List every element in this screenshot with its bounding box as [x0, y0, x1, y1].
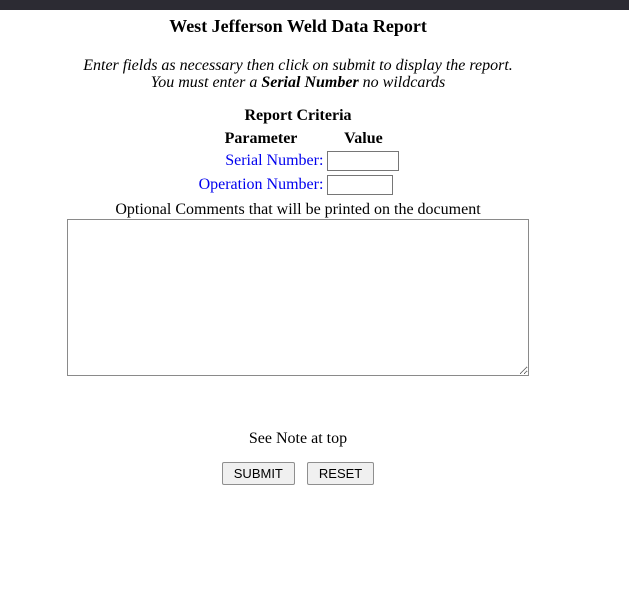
criteria-heading: Report Criteria: [195, 107, 402, 128]
serial-number-row: Serial Number:: [197, 150, 400, 172]
operation-number-row: Operation Number:: [197, 174, 400, 196]
operation-number-input[interactable]: [327, 175, 393, 195]
criteria-table: Report Criteria Parameter Value Serial N…: [195, 107, 402, 198]
comments-textarea[interactable]: [67, 219, 529, 376]
see-note-text: See Note at top: [0, 430, 596, 448]
instructions-line-2: You must enter a Serial Number no wildca…: [0, 74, 596, 91]
comments-label: Optional Comments that will be printed o…: [0, 201, 596, 219]
criteria-header-row: Parameter Value: [197, 130, 400, 148]
column-header-value: Value: [327, 130, 399, 148]
submit-button[interactable]: SUBMIT: [222, 462, 295, 485]
top-dark-bar: [0, 0, 629, 10]
operation-number-label: Operation Number:: [197, 174, 326, 196]
serial-number-label: Serial Number:: [197, 150, 326, 172]
weld-data-report-form: West Jefferson Weld Data Report Enter fi…: [0, 16, 596, 485]
instructions-line-1: Enter fields as necessary then click on …: [0, 57, 596, 74]
instructions: Enter fields as necessary then click on …: [0, 57, 596, 91]
page-title: West Jefferson Weld Data Report: [0, 16, 596, 37]
column-header-parameter: Parameter: [197, 130, 326, 148]
reset-button[interactable]: RESET: [307, 462, 374, 485]
serial-number-input[interactable]: [327, 151, 399, 171]
form-buttons: SUBMIT RESET: [0, 462, 596, 485]
serial-number-emphasis: Serial Number: [261, 74, 358, 91]
